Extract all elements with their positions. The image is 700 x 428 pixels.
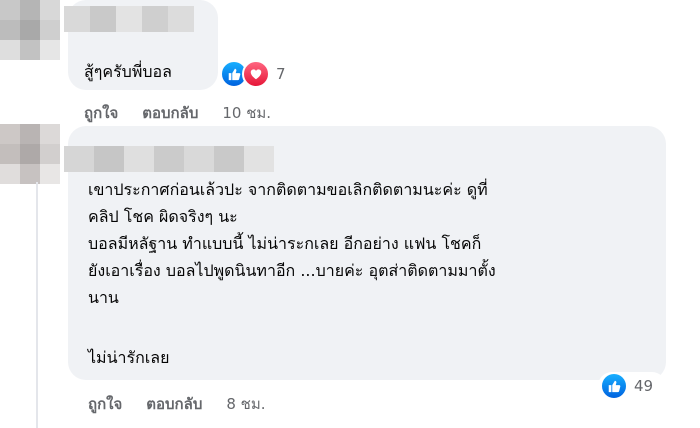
comment-timestamp[interactable]: 10 ชม. <box>222 101 271 125</box>
reaction-summary[interactable]: 7 <box>220 60 300 88</box>
comment-actions: ถูกใจ ตอบกลับ 10 ชม. <box>84 101 271 125</box>
commenter-name-blurred[interactable] <box>64 146 274 172</box>
reaction-summary[interactable]: 49 <box>598 372 666 400</box>
like-icon <box>600 372 628 400</box>
comment-text: เขาประกาศก่อนเล้วปะ จากติดตามขอเลิกติดตา… <box>88 180 496 307</box>
avatar[interactable] <box>0 0 60 60</box>
reaction-count: 7 <box>276 65 286 83</box>
like-button[interactable]: ถูกใจ <box>88 392 122 416</box>
reply-button[interactable]: ตอบกลับ <box>146 392 202 416</box>
comment-actions: ถูกใจ ตอบกลับ 8 ชม. <box>88 392 266 416</box>
commenter-name-blurred[interactable] <box>64 6 194 32</box>
avatar[interactable] <box>0 124 60 184</box>
comment-timestamp[interactable]: 8 ชม. <box>226 392 265 416</box>
reply-thread-line <box>36 182 38 428</box>
reply-button[interactable]: ตอบกลับ <box>142 101 198 125</box>
love-icon <box>242 60 270 88</box>
comment-text-extra: ไม่น่ารักเลย <box>88 348 170 367</box>
like-button[interactable]: ถูกใจ <box>84 101 118 125</box>
comment-text: สู้ๆครับพี่บอล <box>84 62 172 81</box>
reaction-count: 49 <box>634 377 654 395</box>
